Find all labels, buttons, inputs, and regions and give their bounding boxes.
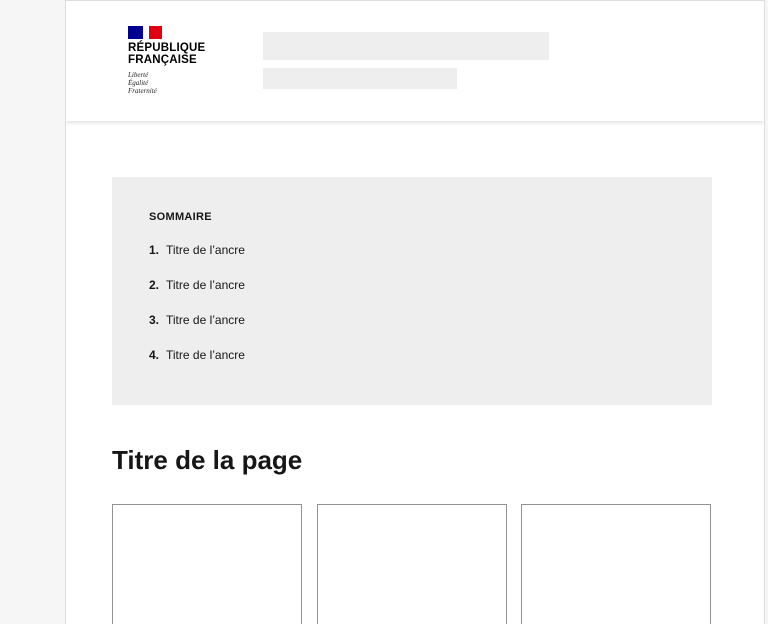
summary-item-link[interactable]: Titre de l’ancre (166, 313, 245, 327)
summary-item: 4. Titre de l’ancre (149, 348, 245, 383)
logo-motto-line1: Liberté (128, 71, 149, 79)
card[interactable] (521, 504, 711, 624)
page-title: Titre de la page (112, 445, 303, 475)
summary-item-link[interactable]: Titre de l’ancre (166, 348, 245, 362)
summary-item-number: 3. (149, 313, 160, 327)
logo-motto-line3: Fraternité (128, 87, 157, 95)
summary-item: 2. Titre de l’ancre (149, 278, 245, 313)
summary-list: 1. Titre de l’ancre 2. Titre de l’ancre … (149, 243, 245, 383)
card[interactable] (112, 504, 302, 624)
logo-motto: Liberté Égalité Fraternité (128, 71, 157, 95)
page-frame: RÉPUBLIQUE FRANÇAISE Liberté Égalité Fra… (65, 0, 765, 624)
logo-name-line2: FRANÇAISE (128, 54, 197, 66)
summary-item-link[interactable]: Titre de l’ancre (166, 243, 245, 257)
summary-title: SOMMAIRE (149, 211, 212, 223)
summary-item-number: 2. (149, 278, 160, 292)
summary-item: 3. Titre de l’ancre (149, 313, 245, 348)
logo-name-line1: RÉPUBLIQUE (128, 42, 206, 54)
summary-item-number: 4. (149, 348, 160, 362)
summary-item-link[interactable]: Titre de l’ancre (166, 278, 245, 292)
service-title-placeholder (263, 32, 549, 60)
service-tagline-placeholder (263, 68, 457, 89)
republique-francaise-logo[interactable]: RÉPUBLIQUE FRANÇAISE Liberté Égalité Fra… (128, 26, 228, 101)
summary-item: 1. Titre de l’ancre (149, 243, 245, 278)
summary-item-number: 1. (149, 243, 160, 257)
logo-motto-line2: Égalité (128, 79, 149, 87)
site-header: RÉPUBLIQUE FRANÇAISE Liberté Égalité Fra… (66, 1, 764, 121)
marianne-flag-icon (128, 26, 162, 39)
card[interactable] (317, 504, 507, 624)
summary-block: SOMMAIRE 1. Titre de l’ancre 2. Titre de… (112, 177, 712, 405)
logo-name: RÉPUBLIQUE FRANÇAISE (128, 42, 228, 66)
